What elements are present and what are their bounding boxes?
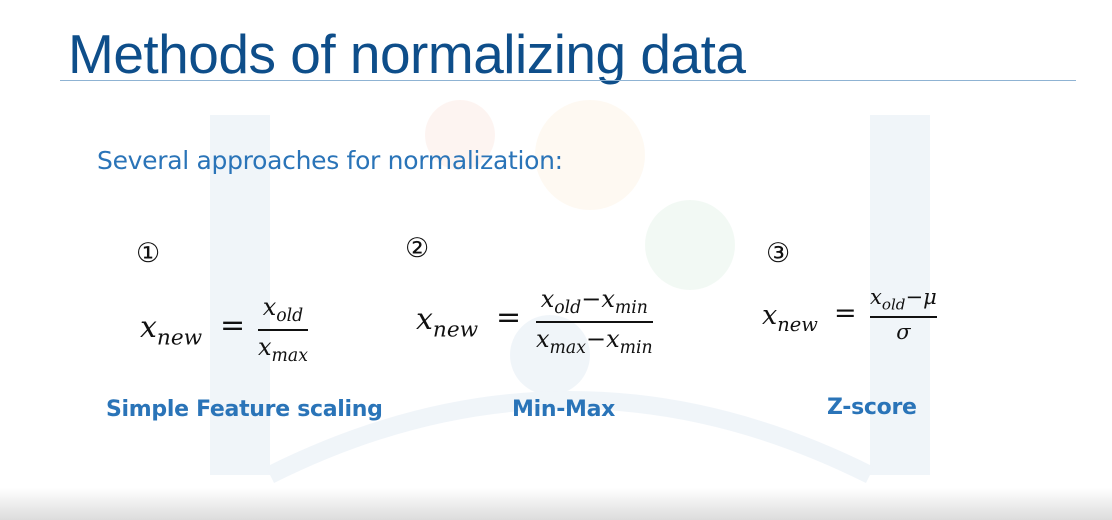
method-3-numerator: xold−μ <box>870 285 937 314</box>
method-2-fraction: xold−xmin xmax−xmin <box>536 286 653 358</box>
method-2-equals: = <box>496 300 522 335</box>
method-1-label: Simple Feature scaling <box>106 397 383 422</box>
method-2-numerator: xold−xmin <box>540 285 648 319</box>
method-2-denominator: xmax−xmin <box>536 324 653 358</box>
method-3-number: ③ <box>766 238 791 269</box>
slide-title: Methods of normalizing data <box>68 23 746 85</box>
method-3-lhs: xnew <box>762 300 818 336</box>
method-3-denominator: σ <box>896 319 911 344</box>
fraction-bar <box>258 329 308 331</box>
method-1-number: ① <box>136 238 161 269</box>
method-1-lhs: xnew <box>140 310 203 351</box>
method-3-fraction: xold−μ σ <box>870 285 937 344</box>
method-2-number: ② <box>405 233 430 264</box>
title-divider <box>60 80 1076 81</box>
method-1-numerator: xold <box>262 293 304 327</box>
method-1-denominator: xmax <box>258 332 308 366</box>
slide-subtitle: Several approaches for normalization: <box>97 146 563 175</box>
method-1-equals: = <box>220 308 246 343</box>
bottom-shadow <box>0 488 1112 520</box>
method-2-lhs: xnew <box>416 302 479 343</box>
fraction-bar <box>870 315 937 318</box>
method-3-label: Z-score <box>827 395 917 420</box>
fraction-bar <box>536 321 653 323</box>
method-3-equals: = <box>834 298 857 329</box>
method-1-fraction: xold xmax <box>258 294 308 366</box>
method-2-label: Min-Max <box>512 397 616 422</box>
